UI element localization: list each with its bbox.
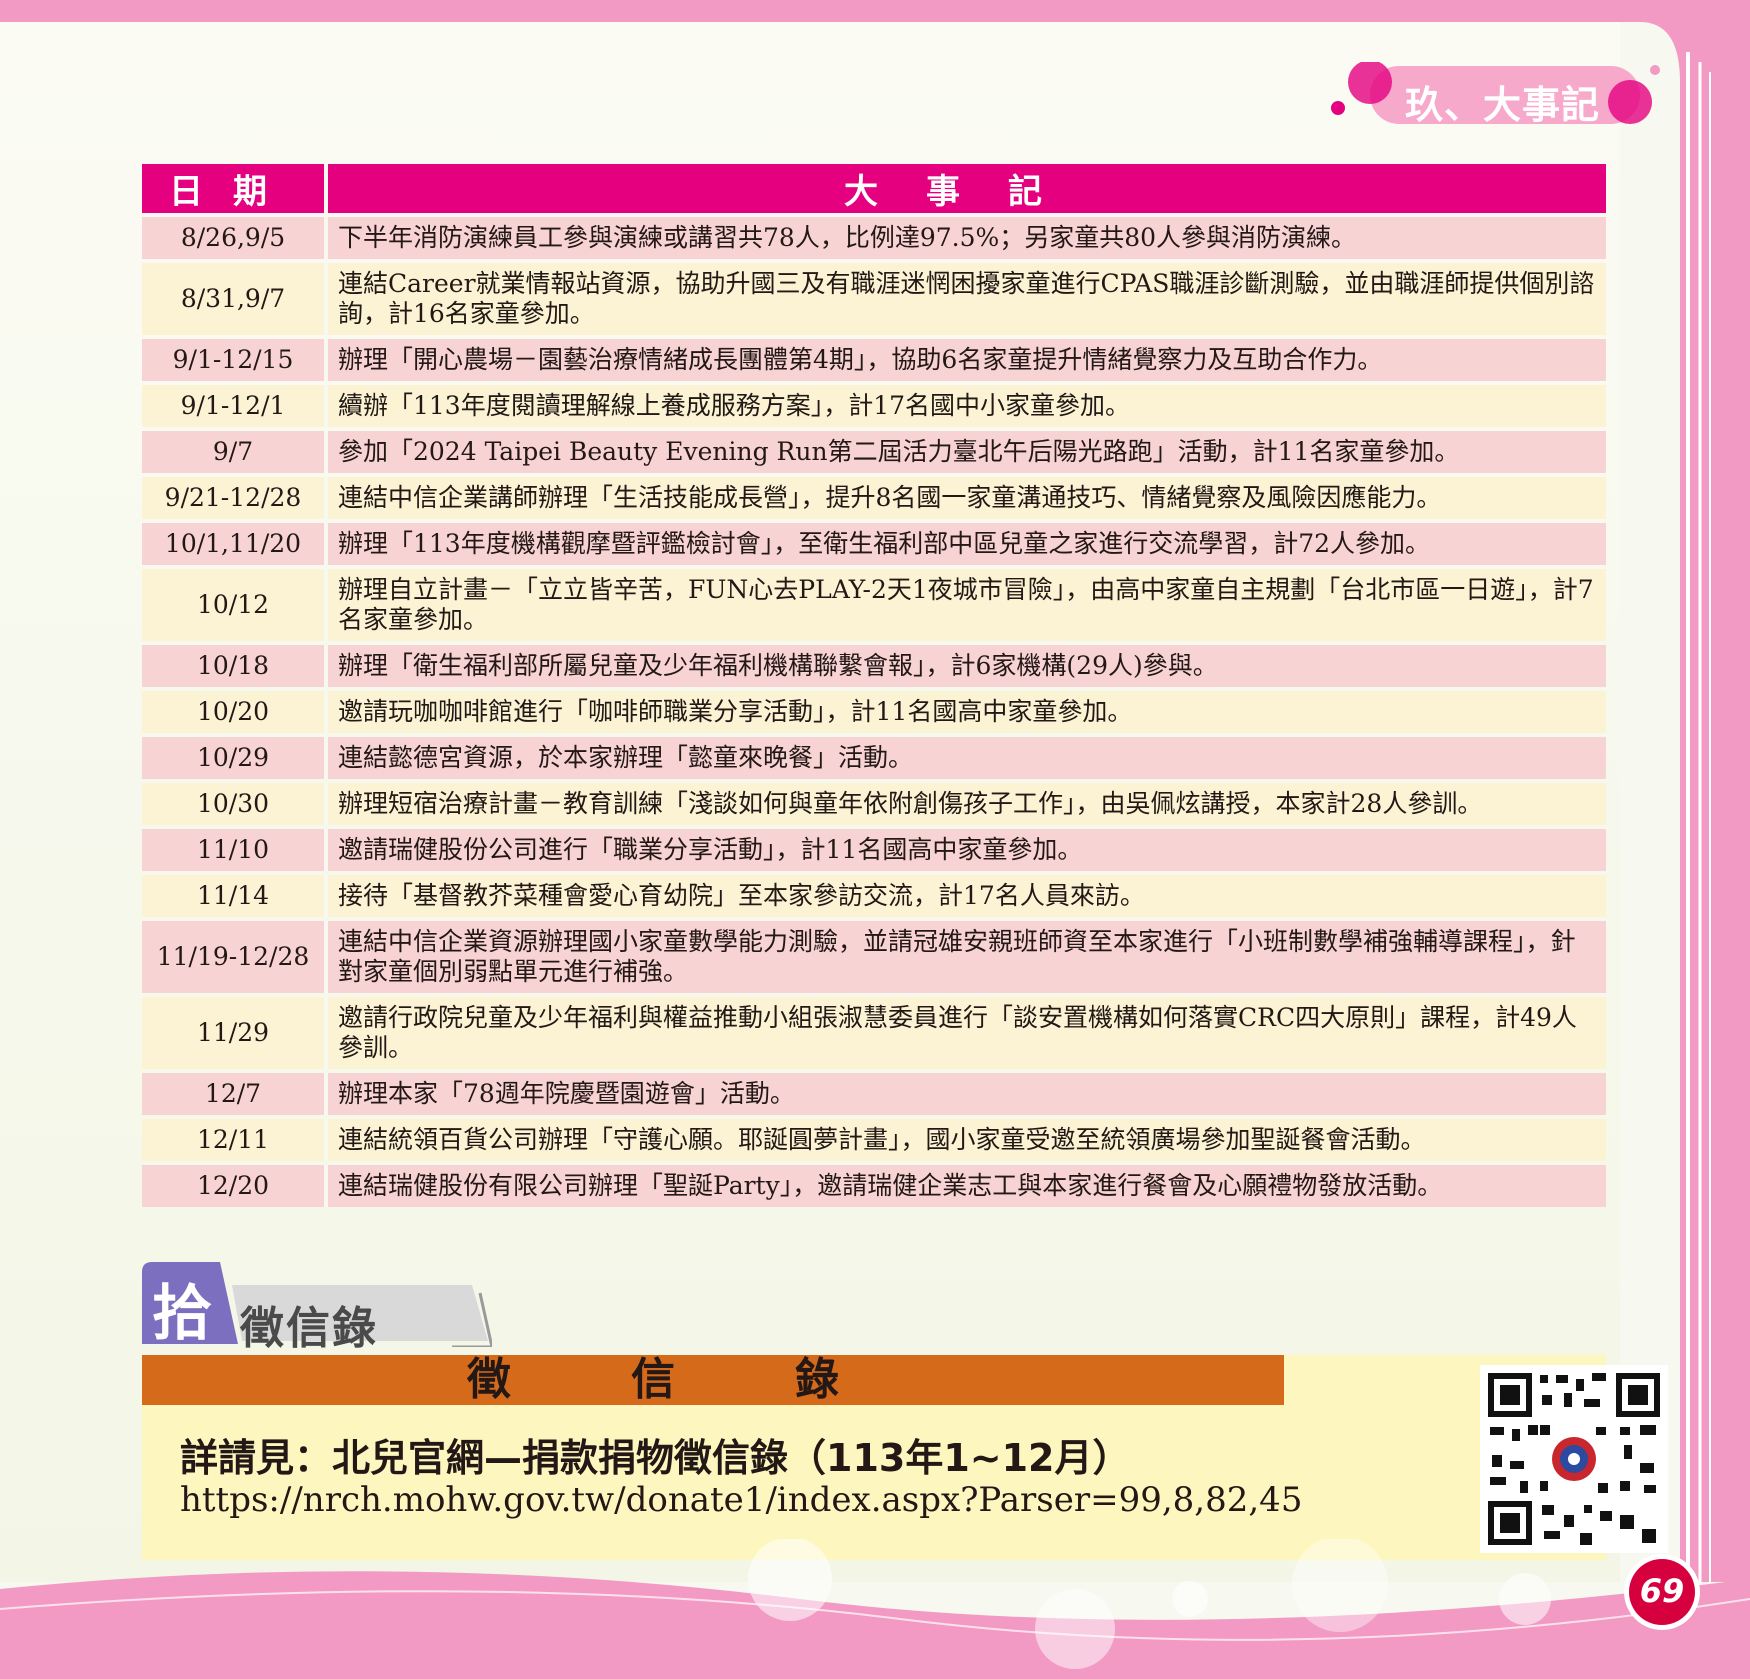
table-row: 12/7 辦理本家「78週年院慶暨園遊會」活動。 xyxy=(142,1073,1606,1115)
row-event: 邀請玩咖咖啡館進行「咖啡師職業分享活動」，計11名國高中家童參加。 xyxy=(328,691,1606,733)
bottom-wave-decoration xyxy=(0,1539,1750,1679)
row-event: 續辦「113年度閱讀理解線上養成服務方案」，計17名國中小家童參加。 xyxy=(328,385,1606,427)
table-row: 10/1,11/20 辦理「113年度機構觀摩暨評鑑檢討會」，至衛生福利部中區兒童… xyxy=(142,523,1606,565)
top-pink-bar xyxy=(0,0,1750,22)
row-event: 連結中信企業資源辦理國小家童數學能力測驗，並請冠雄安親班師資至本家進行「小班制數… xyxy=(328,921,1606,993)
row-date: 12/20 xyxy=(142,1165,328,1207)
row-date: 10/30 xyxy=(142,783,328,825)
row-date: 11/19-12/28 xyxy=(142,921,328,993)
table-row: 10/12 辦理自立計畫－「立立皆辛苦，FUN心去PLAY-2天1夜城市冒險」，由… xyxy=(142,569,1606,641)
table-row: 11/29 邀請行政院兒童及少年福利與權益推動小組張淑慧委員進行「談安置機構如何落… xyxy=(142,997,1606,1069)
row-date: 11/14 xyxy=(142,875,328,917)
donation-url[interactable]: https://nrch.mohw.gov.tw/donate1/index.a… xyxy=(180,1480,1302,1520)
events-table: 日期 大事記 8/26,9/5 下半年消防演練員工參與演練或講習共78人，比例達9… xyxy=(142,160,1606,1211)
row-event: 連結Career就業情報站資源，協助升國三及有職涯迷惘困擾家童進行CPAS職涯診… xyxy=(328,263,1606,335)
row-event: 辦理短宿治療計畫－教育訓練「淺談如何與童年依附創傷孩子工作」，由吳佩炫講授，本家… xyxy=(328,783,1606,825)
row-date: 9/7 xyxy=(142,431,328,473)
row-date: 10/1,11/20 xyxy=(142,523,328,565)
events-table-body: 8/26,9/5 下半年消防演練員工參與演練或講習共78人，比例達97.5%；另家… xyxy=(142,217,1606,1207)
table-row: 9/1-12/15 辦理「開心農場－園藝治療情緒成長團體第4期」，協助6名家童提升… xyxy=(142,339,1606,381)
header-date: 日期 xyxy=(142,164,328,213)
table-row: 8/26,9/5 下半年消防演練員工參與演練或講習共78人，比例達97.5%；另家… xyxy=(142,217,1606,259)
row-date: 8/31,9/7 xyxy=(142,263,328,335)
table-row: 9/1-12/1 續辦「113年度閱讀理解線上養成服務方案」，計17名國中小家童參… xyxy=(142,385,1606,427)
subsection-title: 徵信錄 xyxy=(240,1303,378,1354)
section-title: 玖、大事記 xyxy=(1405,83,1601,127)
table-row: 10/29 連結懿德宮資源，於本家辦理「懿童來晚餐」活動。 xyxy=(142,737,1606,779)
table-row: 11/19-12/28 連結中信企業資源辦理國小家童數學能力測驗，並請冠雄安親班師… xyxy=(142,921,1606,993)
row-event: 辦理自立計畫－「立立皆辛苦，FUN心去PLAY-2天1夜城市冒險」，由高中家童自… xyxy=(328,569,1606,641)
qr-code-icon[interactable] xyxy=(1480,1365,1668,1553)
row-date: 9/21-12/28 xyxy=(142,477,328,519)
table-row: 10/30 辦理短宿治療計畫－教育訓練「淺談如何與童年依附創傷孩子工作」，由吳佩炫… xyxy=(142,783,1606,825)
row-date: 11/10 xyxy=(142,829,328,871)
row-date: 10/20 xyxy=(142,691,328,733)
header-event: 大事記 xyxy=(328,164,1606,213)
row-event: 連結懿德宮資源，於本家辦理「懿童來晚餐」活動。 xyxy=(328,737,1606,779)
row-event: 下半年消防演練員工參與演練或講習共78人，比例達97.5%；另家童共80人參與消… xyxy=(328,217,1606,259)
row-event: 參加「2024 Taipei Beauty Evening Run第二屆活力臺北… xyxy=(328,431,1606,473)
row-date: 12/11 xyxy=(142,1119,328,1161)
table-row: 11/10 邀請瑞健股份公司進行「職業分享活動」，計11名國高中家童參加。 xyxy=(142,829,1606,871)
row-date: 12/7 xyxy=(142,1073,328,1115)
table-row: 9/21-12/28 連結中信企業講師辦理「生活技能成長營」，提升8名國一家童溝通… xyxy=(142,477,1606,519)
row-event: 連結瑞健股份有限公司辦理「聖誕Party」，邀請瑞健企業志工與本家進行餐會及心願… xyxy=(328,1165,1606,1207)
row-date: 11/29 xyxy=(142,997,328,1069)
row-date: 8/26,9/5 xyxy=(142,217,328,259)
subsection-number: 拾 xyxy=(152,1279,212,1349)
row-event: 辦理「113年度機構觀摩暨評鑑檢討會」，至衛生福利部中區兒童之家進行交流學習，計… xyxy=(328,523,1606,565)
right-decorative-edge xyxy=(1640,22,1750,1582)
donation-box: 徵信錄 詳請見：北兒官網—捐款捐物徵信錄（113年1~12月） https://… xyxy=(142,1355,1668,1560)
table-row: 12/20 連結瑞健股份有限公司辦理「聖誕Party」，邀請瑞健企業志工與本家進行… xyxy=(142,1165,1606,1207)
table-row: 10/20 邀請玩咖咖啡館進行「咖啡師職業分享活動」，計11名國高中家童參加。 xyxy=(142,691,1606,733)
row-date: 10/29 xyxy=(142,737,328,779)
row-event: 連結統領百貨公司辦理「守護心願。耶誕圓夢計畫」，國小家童受邀至統領廣場參加聖誕餐… xyxy=(328,1119,1606,1161)
donation-description: 詳請見：北兒官網—捐款捐物徵信錄（113年1~12月） xyxy=(180,1436,1131,1480)
row-event: 辦理「開心農場－園藝治療情緒成長團體第4期」，協助6名家童提升情緒覺察力及互助合… xyxy=(328,339,1606,381)
table-row: 12/11 連結統領百貨公司辦理「守護心願。耶誕圓夢計畫」，國小家童受邀至統領廣場… xyxy=(142,1119,1606,1161)
page-number: 69 xyxy=(1639,1572,1685,1610)
table-row: 8/31,9/7 連結Career就業情報站資源，協助升國三及有職涯迷惘困擾家童進… xyxy=(142,263,1606,335)
row-event: 邀請行政院兒童及少年福利與權益推動小組張淑慧委員進行「談安置機構如何落實CRC四… xyxy=(328,997,1606,1069)
table-row: 9/7 參加「2024 Taipei Beauty Evening Run第二屆活… xyxy=(142,431,1606,473)
table-header-row: 日期 大事記 xyxy=(142,164,1606,213)
donation-header: 徵信錄 xyxy=(142,1355,1284,1405)
table-row: 11/14 接待「基督教芥菜種會愛心育幼院」至本家參訪交流，計17名人員來訪。 xyxy=(142,875,1606,917)
row-event: 連結中信企業講師辦理「生活技能成長營」，提升8名國一家童溝通技巧、情緒覺察及風險… xyxy=(328,477,1606,519)
row-event: 辦理本家「78週年院慶暨園遊會」活動。 xyxy=(328,1073,1606,1115)
table-row: 10/18 辦理「衛生福利部所屬兒童及少年福利機構聯繫會報」，計6家機構(29人)… xyxy=(142,645,1606,687)
row-date: 10/12 xyxy=(142,569,328,641)
row-event: 接待「基督教芥菜種會愛心育幼院」至本家參訪交流，計17名人員來訪。 xyxy=(328,875,1606,917)
row-date: 9/1-12/15 xyxy=(142,339,328,381)
row-event: 邀請瑞健股份公司進行「職業分享活動」，計11名國高中家童參加。 xyxy=(328,829,1606,871)
row-event: 辦理「衛生福利部所屬兒童及少年福利機構聯繫會報」，計6家機構(29人)參與。 xyxy=(328,645,1606,687)
row-date: 9/1-12/1 xyxy=(142,385,328,427)
row-date: 10/18 xyxy=(142,645,328,687)
